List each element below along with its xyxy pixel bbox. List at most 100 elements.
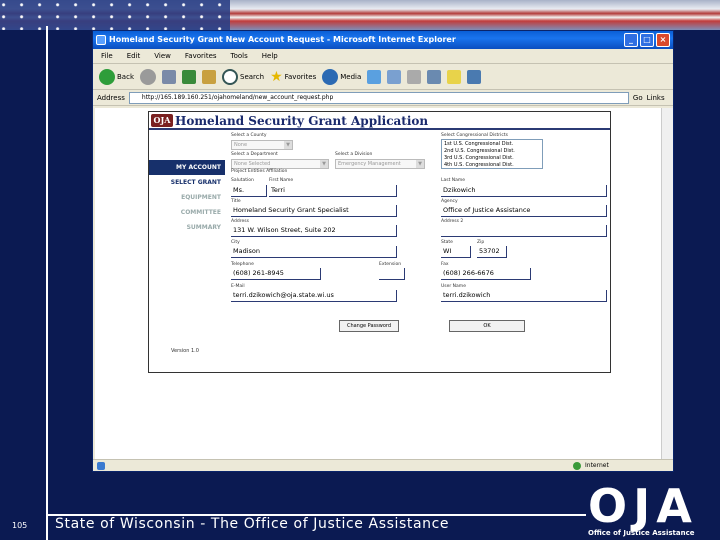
zip-label: Zip bbox=[477, 240, 485, 245]
address2-field[interactable] bbox=[441, 225, 607, 237]
slide-footer: State of Wisconsin - The Office of Justi… bbox=[55, 516, 450, 532]
forward-icon[interactable] bbox=[140, 68, 156, 85]
last-name-field[interactable]: Dzikowich bbox=[441, 185, 607, 197]
chevron-down-icon: ▼ bbox=[320, 160, 328, 168]
ok-button[interactable]: OK bbox=[449, 320, 525, 332]
discuss-icon[interactable] bbox=[447, 69, 462, 84]
zip-field[interactable]: 53702 bbox=[477, 246, 507, 258]
media-icon bbox=[322, 68, 339, 85]
county-select[interactable]: None ▼ bbox=[231, 140, 293, 150]
last-name-label: Last Name bbox=[441, 178, 466, 183]
address-input[interactable]: http://165.189.160.251/ojahomeland/new_a… bbox=[128, 91, 629, 104]
division-select[interactable]: Emergency Management ▼ bbox=[335, 159, 425, 169]
state-field[interactable]: WI bbox=[441, 246, 471, 258]
maximize-button[interactable]: □ bbox=[640, 33, 654, 47]
division-label: Select a Division bbox=[335, 152, 373, 157]
salutation-field[interactable]: Ms. bbox=[231, 185, 267, 197]
agency-label: Agency bbox=[441, 199, 458, 204]
email-field[interactable]: terri.dzikowich@oja.state.wi.us bbox=[231, 290, 397, 302]
search-icon bbox=[222, 68, 238, 85]
vertical-scrollbar[interactable] bbox=[661, 108, 673, 460]
menu-favorites[interactable]: Favorites bbox=[185, 49, 217, 63]
media-button[interactable]: Media bbox=[322, 68, 361, 85]
home-icon[interactable] bbox=[202, 69, 216, 84]
districts-list[interactable]: 1st U.S. Congressional Dist. 2nd U.S. Co… bbox=[441, 139, 543, 169]
city-field[interactable]: Madison bbox=[231, 246, 397, 258]
department-label: Select a Department bbox=[231, 152, 278, 157]
county-label: Select a County bbox=[231, 133, 267, 138]
chevron-down-icon: ▼ bbox=[284, 141, 292, 149]
print-icon[interactable] bbox=[407, 69, 422, 84]
title-field[interactable]: Homeland Security Grant Specialist bbox=[231, 205, 397, 217]
agency-field[interactable]: Office of Justice Assistance bbox=[441, 205, 607, 217]
nav-my-account[interactable]: MY ACCOUNT bbox=[149, 160, 225, 175]
address-bar: Address http://165.189.160.251/ojahomela… bbox=[93, 90, 673, 106]
search-button[interactable]: Search bbox=[222, 68, 264, 85]
go-button[interactable]: Go bbox=[633, 94, 643, 102]
edit-icon[interactable] bbox=[427, 69, 442, 84]
first-name-field[interactable]: Terri bbox=[269, 185, 397, 197]
username-field[interactable]: terri.dzikowich bbox=[441, 290, 607, 302]
title-label: Title bbox=[231, 199, 241, 204]
flag-banner bbox=[0, 0, 720, 30]
menu-help[interactable]: Help bbox=[262, 49, 278, 63]
links-label[interactable]: Links bbox=[647, 94, 665, 102]
grant-application: OJA Homeland Security Grant Application … bbox=[148, 111, 611, 373]
messenger-icon[interactable] bbox=[467, 69, 482, 84]
address-label: Address bbox=[231, 219, 249, 224]
districts-label: Select Congressional Districts bbox=[441, 133, 508, 138]
internet-zone-icon bbox=[573, 462, 581, 470]
refresh-icon[interactable] bbox=[182, 69, 196, 84]
phone-label: Telephone bbox=[231, 262, 254, 267]
vertical-rule bbox=[46, 26, 48, 540]
city-label: City bbox=[231, 240, 240, 245]
app-sidebar: MY ACCOUNT SELECT GRANT EQUIPMENT COMMIT… bbox=[149, 132, 225, 372]
change-password-button[interactable]: Change Password bbox=[339, 320, 399, 332]
version-label: Version 1.0 bbox=[171, 348, 199, 354]
fax-label: Fax bbox=[441, 262, 449, 267]
affiliation-label: Project Entities Affiliation bbox=[231, 169, 288, 174]
nav-committee[interactable]: COMMITTEE bbox=[149, 205, 225, 220]
back-button[interactable]: Back bbox=[99, 68, 134, 85]
chevron-down-icon: ▼ bbox=[416, 160, 424, 168]
email-label: E-Mail bbox=[231, 284, 245, 289]
stop-icon[interactable] bbox=[162, 69, 176, 84]
app-title: Homeland Security Grant Application bbox=[175, 114, 429, 128]
menu-bar: File Edit View Favorites Tools Help bbox=[93, 49, 673, 64]
favorites-button[interactable]: ★ Favorites bbox=[270, 69, 316, 85]
menu-file[interactable]: File bbox=[101, 49, 113, 63]
department-select[interactable]: None Selected ▼ bbox=[231, 159, 329, 169]
address-field[interactable]: 131 W. Wilson Street, Suite 202 bbox=[231, 225, 397, 237]
history-icon[interactable] bbox=[367, 69, 382, 84]
address2-label: Address 2 bbox=[441, 219, 464, 224]
fax-field[interactable]: (608) 266-6676 bbox=[441, 268, 531, 280]
phone-field[interactable]: (608) 261-8945 bbox=[231, 268, 321, 280]
minimize-button[interactable]: _ bbox=[624, 33, 638, 47]
menu-edit[interactable]: Edit bbox=[127, 49, 141, 63]
list-item[interactable]: 2nd U.S. Congressional Dist. bbox=[444, 148, 540, 155]
list-item[interactable]: 1st U.S. Congressional Dist. bbox=[444, 141, 540, 148]
address-label: Address bbox=[97, 93, 125, 102]
menu-tools[interactable]: Tools bbox=[231, 49, 248, 63]
list-item[interactable]: 4th U.S. Congressional Dist. bbox=[444, 162, 540, 169]
mail-icon[interactable] bbox=[387, 69, 402, 84]
extension-label: Extension bbox=[379, 262, 402, 267]
star-icon: ★ bbox=[270, 68, 283, 85]
username-label: User Name bbox=[441, 284, 466, 289]
window-title: Homeland Security Grant New Account Requ… bbox=[109, 35, 456, 44]
oja-logo: OJA bbox=[588, 479, 698, 533]
page-content: OJA Homeland Security Grant Application … bbox=[95, 108, 661, 460]
nav-select-grant[interactable]: SELECT GRANT bbox=[149, 175, 225, 190]
extension-field[interactable] bbox=[379, 268, 405, 280]
slide-number: 105 bbox=[12, 521, 28, 530]
browser-window: Homeland Security Grant New Account Requ… bbox=[92, 30, 674, 472]
close-button[interactable]: × bbox=[656, 33, 670, 47]
nav-equipment[interactable]: EQUIPMENT bbox=[149, 190, 225, 205]
ie-icon bbox=[96, 35, 106, 45]
oja-tagline: Office of Justice Assistance bbox=[588, 529, 695, 537]
list-item[interactable]: 3rd U.S. Congressional Dist. bbox=[444, 155, 540, 162]
nav-summary[interactable]: SUMMARY bbox=[149, 220, 225, 235]
status-bar: Internet bbox=[93, 459, 673, 471]
menu-view[interactable]: View bbox=[154, 49, 171, 63]
flag-stars bbox=[0, 0, 230, 30]
